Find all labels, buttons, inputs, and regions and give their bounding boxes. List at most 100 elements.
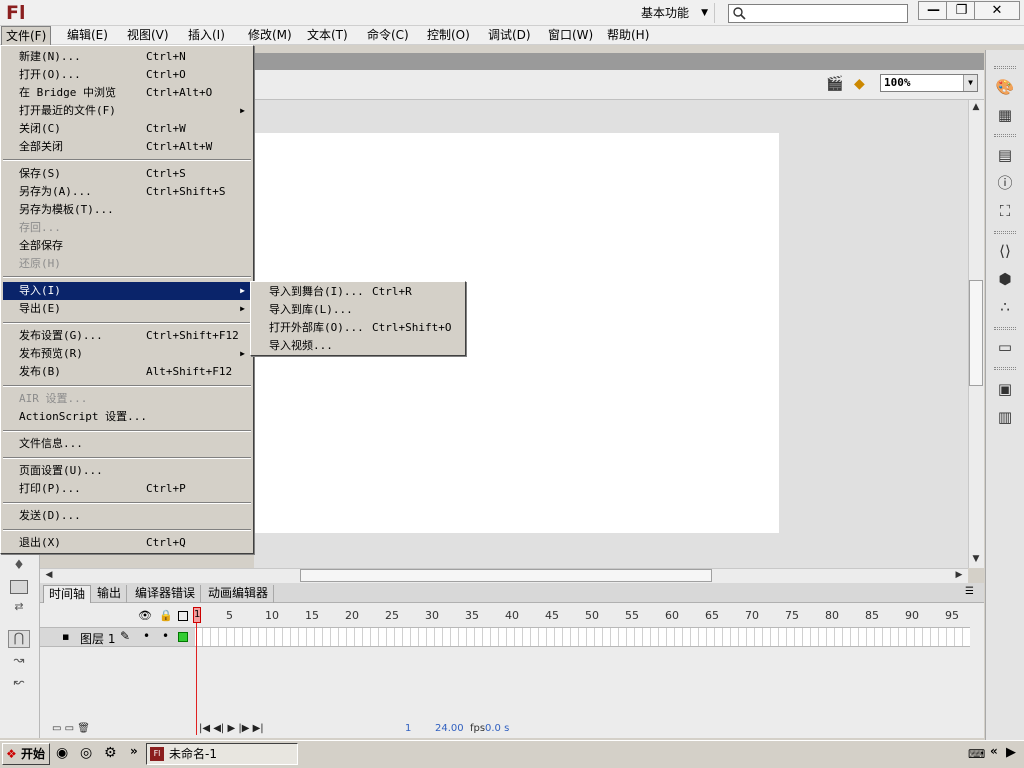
tab-motion-editor[interactable]: 动画编辑器: [203, 585, 275, 603]
tray-icon[interactable]: ▶: [1006, 745, 1016, 760]
menu-item-publish-preview[interactable]: 发布预览(R) ▶: [3, 345, 251, 363]
layer-color-swatch[interactable]: [178, 632, 188, 642]
menu-item-save-as[interactable]: 另存为(A)... Ctrl+Shift+S: [3, 183, 251, 201]
tab-compiler-errors[interactable]: 编译器错误: [130, 585, 202, 603]
menu-item-new[interactable]: 新建(N)... Ctrl+N: [3, 48, 251, 66]
menu-modify[interactable]: 修改(M): [244, 26, 296, 45]
lock-dot[interactable]: •: [162, 629, 169, 643]
panel-grip[interactable]: [994, 66, 1016, 69]
restore-button[interactable]: ❐: [946, 1, 977, 20]
menu-item-save-all[interactable]: 全部保存: [3, 237, 251, 255]
panel-grip[interactable]: [994, 231, 1016, 234]
edit-symbols-icon[interactable]: ◆: [854, 76, 874, 94]
menu-item-open[interactable]: 打开(O)... Ctrl+O: [3, 66, 251, 84]
library-icon[interactable]: ▭: [995, 337, 1015, 357]
visible-dot[interactable]: •: [143, 629, 150, 643]
project-icon[interactable]: ▥: [995, 407, 1015, 427]
eye-icon[interactable]: 👁: [138, 609, 152, 622]
menu-item-export[interactable]: 导出(E) ▶: [3, 300, 251, 318]
menu-debug[interactable]: 调试(D): [484, 26, 535, 45]
quicklaunch-chevron[interactable]: »: [130, 744, 138, 758]
scroll-up-icon[interactable]: ▲: [969, 101, 983, 114]
color-palette-icon[interactable]: 🎨: [995, 77, 1015, 97]
menu-insert[interactable]: 插入(I): [184, 26, 229, 45]
properties-icon[interactable]: ▣: [995, 379, 1015, 399]
browser-icon[interactable]: ◎: [80, 745, 92, 761]
tab-timeline[interactable]: 时间轴: [43, 585, 92, 603]
paint-bucket-icon[interactable]: ♦: [8, 558, 30, 576]
fps-value[interactable]: 24.00: [435, 723, 464, 734]
menu-item-close[interactable]: 关闭(C) Ctrl+W: [3, 120, 251, 138]
menu-item-import-to-library[interactable]: 导入到库(L)...: [253, 301, 463, 319]
swatches-grid-icon[interactable]: ▦: [995, 105, 1015, 125]
edit-scene-icon[interactable]: 🎬: [826, 76, 846, 94]
panel-grip[interactable]: [994, 367, 1016, 370]
vertical-scroll-thumb[interactable]: [969, 280, 983, 386]
playhead-handle[interactable]: 1: [193, 607, 201, 623]
scroll-right-icon[interactable]: ▶: [952, 569, 966, 582]
close-button[interactable]: ✕: [974, 1, 1020, 20]
menu-help[interactable]: 帮助(H): [603, 26, 653, 45]
menu-item-browse-bridge[interactable]: 在 Bridge 中浏览 Ctrl+Alt+O: [3, 84, 251, 102]
panel-grip[interactable]: [994, 134, 1016, 137]
fill-color-swatch[interactable]: [10, 580, 28, 594]
search-input[interactable]: [728, 4, 908, 23]
smooth-icon[interactable]: ↝: [8, 653, 30, 671]
media-player-icon[interactable]: ◉: [56, 745, 68, 761]
minimize-button[interactable]: —: [918, 1, 949, 20]
menu-view[interactable]: 视图(V): [123, 26, 173, 45]
motion-presets-icon[interactable]: ∴: [995, 297, 1015, 317]
menu-item-actionscript-settings[interactable]: ActionScript 设置...: [3, 408, 251, 426]
layer-row[interactable]: ▪ 图层 1 ✎ • •: [40, 627, 195, 647]
panel-menu-icon[interactable]: ☰: [965, 586, 974, 597]
chevron-down-icon[interactable]: ▼: [963, 75, 977, 91]
frames-row[interactable]: [195, 627, 970, 647]
menu-item-publish-settings[interactable]: 发布设置(G)... Ctrl+Shift+F12: [3, 327, 251, 345]
zoom-select[interactable]: 100% ▼: [880, 74, 978, 92]
taskbar-item-flash[interactable]: Fl 未命名-1: [146, 743, 298, 765]
workspace-switcher[interactable]: 基本功能 ▼: [633, 3, 715, 23]
menu-item-import-to-stage[interactable]: 导入到舞台(I)... Ctrl+R: [253, 283, 463, 301]
scroll-down-icon[interactable]: ▼: [969, 553, 983, 566]
info-icon[interactable]: ⓘ: [995, 173, 1015, 193]
horizontal-scroll-thumb[interactable]: [300, 569, 712, 582]
playhead[interactable]: [196, 607, 197, 735]
menu-item-close-all[interactable]: 全部关闭 Ctrl+Alt+W: [3, 138, 251, 156]
menu-item-publish[interactable]: 发布(B) Alt+Shift+F12: [3, 363, 251, 381]
keyboard-icon[interactable]: ⌨: [968, 747, 985, 761]
menu-control[interactable]: 控制(O): [423, 26, 474, 45]
menu-item-open-external-library[interactable]: 打开外部库(O)... Ctrl+Shift+O: [253, 319, 463, 337]
menu-file[interactable]: 文件(F): [1, 26, 52, 45]
align-icon[interactable]: ▤: [995, 145, 1015, 165]
frame-ruler[interactable]: 5 10 15 20 25 30 35 40 45 50 55 60 65 70…: [195, 607, 970, 625]
menu-item-file-info[interactable]: 文件信息...: [3, 435, 251, 453]
menu-window[interactable]: 窗口(W): [544, 26, 597, 45]
actions-icon[interactable]: ⟨⟩: [995, 241, 1015, 261]
menu-text[interactable]: 文本(T): [303, 26, 352, 45]
tab-output[interactable]: 输出: [92, 585, 128, 603]
menu-item-send[interactable]: 发送(D)...: [3, 507, 251, 525]
quicklaunch-icon[interactable]: ⚙: [104, 745, 117, 761]
start-button[interactable]: ❖ 开始: [2, 743, 50, 765]
menu-commands[interactable]: 命令(C): [363, 26, 413, 45]
transform-icon[interactable]: ⛶: [995, 201, 1015, 221]
menu-item-open-recent[interactable]: 打开最近的文件(F) ▶: [3, 102, 251, 120]
scroll-left-icon[interactable]: ◀: [42, 569, 56, 582]
new-layer-icon[interactable]: ▭ ▭ 🗑: [52, 723, 90, 734]
menu-edit[interactable]: 编辑(E): [63, 26, 112, 45]
menu-item-save[interactable]: 保存(S) Ctrl+S: [3, 165, 251, 183]
menu-item-page-setup[interactable]: 页面设置(U)...: [3, 462, 251, 480]
snap-magnet-icon[interactable]: ⋂: [8, 630, 30, 648]
menu-item-save-as-template[interactable]: 另存为模板(T)...: [3, 201, 251, 219]
lock-icon[interactable]: 🔒: [159, 609, 173, 622]
playback-controls-icon[interactable]: |◀ ◀| ▶ |▶ ▶|: [199, 723, 264, 734]
menu-item-import[interactable]: 导入(I) ▶: [3, 282, 251, 300]
outline-icon[interactable]: [178, 611, 188, 621]
panel-grip[interactable]: [994, 327, 1016, 330]
tray-chevron[interactable]: «: [990, 744, 998, 758]
menu-item-import-video[interactable]: 导入视频...: [253, 337, 463, 355]
components-icon[interactable]: ⬢: [995, 269, 1015, 289]
swap-colors-icon[interactable]: ⇄: [8, 600, 30, 618]
menu-item-exit[interactable]: 退出(X) Ctrl+Q: [3, 534, 251, 552]
straighten-icon[interactable]: ↜: [8, 675, 30, 693]
